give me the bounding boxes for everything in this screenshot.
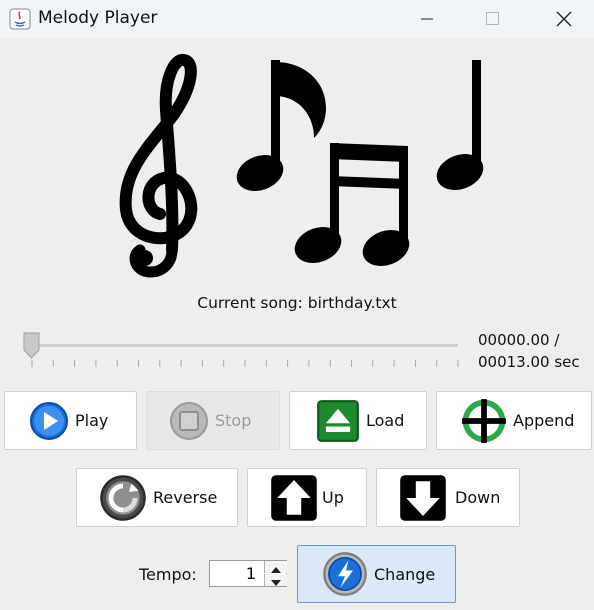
play-label: Play bbox=[75, 411, 109, 430]
lightning-icon bbox=[323, 552, 367, 596]
tempo-decrement-button[interactable] bbox=[264, 574, 287, 586]
spin-down-icon bbox=[271, 580, 281, 586]
total-time: 00013.00 sec bbox=[478, 353, 580, 371]
append-button[interactable]: Append bbox=[436, 391, 592, 450]
up-label: Up bbox=[322, 488, 344, 507]
eject-icon bbox=[317, 399, 359, 442]
reverse-button[interactable]: Reverse bbox=[76, 468, 238, 527]
close-button[interactable] bbox=[540, 0, 586, 38]
elapsed-time: 00000.00 / bbox=[478, 331, 560, 349]
arrow-down-icon bbox=[400, 474, 446, 521]
treble-clef-icon bbox=[119, 54, 198, 278]
minimize-button[interactable] bbox=[404, 0, 450, 38]
stop-button[interactable]: Stop bbox=[146, 391, 280, 450]
arrow-up-icon bbox=[271, 474, 317, 521]
play-button[interactable]: Play bbox=[4, 391, 137, 450]
change-label: Change bbox=[374, 564, 436, 584]
load-button[interactable]: Load bbox=[289, 391, 427, 450]
window-title: Melody Player bbox=[38, 8, 158, 28]
current-song-label: Current song: birthday.txt bbox=[197, 294, 397, 312]
stop-icon bbox=[170, 401, 208, 440]
tempo-input[interactable] bbox=[210, 561, 260, 586]
down-label: Down bbox=[455, 488, 501, 507]
java-icon bbox=[9, 8, 31, 30]
reverse-icon bbox=[100, 474, 146, 521]
slider-track bbox=[30, 344, 459, 367]
title-bar: Melody Player bbox=[0, 0, 594, 38]
up-button[interactable]: Up bbox=[247, 468, 367, 527]
beamed-notes-icon bbox=[294, 143, 410, 266]
quarter-note-icon bbox=[436, 60, 484, 190]
close-icon bbox=[556, 11, 572, 27]
slider-thumb[interactable] bbox=[22, 332, 42, 362]
reverse-label: Reverse bbox=[153, 488, 218, 507]
play-icon bbox=[30, 401, 68, 440]
stop-label: Stop bbox=[215, 411, 252, 430]
load-label: Load bbox=[366, 411, 405, 430]
eighth-note-icon bbox=[236, 60, 326, 191]
down-button[interactable]: Down bbox=[376, 468, 520, 527]
crosshair-icon bbox=[462, 398, 506, 443]
tempo-spinner[interactable] bbox=[209, 560, 287, 587]
maximize-icon bbox=[486, 12, 499, 25]
change-button[interactable]: Change bbox=[297, 545, 456, 603]
tempo-label: Tempo: bbox=[139, 565, 197, 584]
maximize-button[interactable] bbox=[470, 0, 516, 38]
progress-slider[interactable] bbox=[20, 330, 460, 370]
append-label: Append bbox=[513, 411, 575, 430]
minimize-icon bbox=[421, 18, 433, 20]
music-notes-image bbox=[119, 54, 484, 278]
tempo-increment-button[interactable] bbox=[264, 561, 287, 573]
